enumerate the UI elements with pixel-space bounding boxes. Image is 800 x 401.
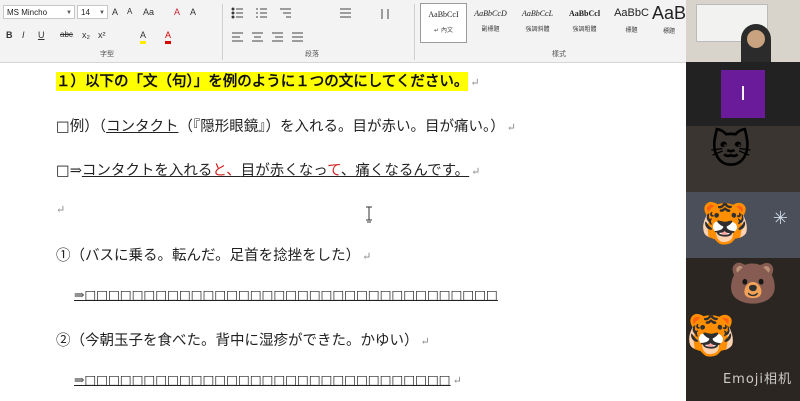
- style-sample: AaBbCcl: [568, 9, 601, 18]
- style-emphasis-italic[interactable]: AaBbCcL 強調斜體: [514, 3, 561, 43]
- answer-red-te: て: [327, 163, 341, 179]
- group-label-paragraph: 段落: [305, 51, 319, 58]
- change-case-button[interactable]: Aa: [143, 6, 154, 18]
- shrink-font-button[interactable]: A: [127, 6, 132, 18]
- video-panel: I 🐱 🐯 ✳ 🐻 🐯 Emoji相机: [686, 0, 800, 401]
- chevron-down-icon[interactable]: ▼: [66, 6, 72, 20]
- example-prefix: □例）（: [56, 119, 106, 135]
- paragraph-mark: ↵: [471, 165, 481, 178]
- grow-font-button[interactable]: A: [112, 6, 118, 18]
- example-underlined-word: コンタクト: [105, 119, 179, 135]
- subscript-button[interactable]: x₂: [82, 29, 90, 41]
- document-page[interactable]: １）以下の「文（句）」を例のように１つの文にしてください。 ↵ □例）（コンタクト…: [0, 63, 686, 401]
- style-name: ↵ 內文: [434, 27, 453, 34]
- answer-red-to: と、: [212, 163, 241, 179]
- divider: [414, 4, 415, 60]
- instruction-heading: １）以下の「文（句）」を例のように１つの文にしてください。: [56, 72, 469, 91]
- style-sample: AaBbCcL: [521, 9, 554, 18]
- tiger-face-icon: 🐯: [700, 201, 750, 247]
- heading-line: １）以下の「文（句）」を例のように１つの文にしてください。 ↵: [56, 70, 480, 91]
- video-tile-bear-tiger[interactable]: 🐻 🐯 Emoji相机: [686, 258, 800, 401]
- text-cursor-icon: [366, 206, 372, 223]
- paragraph-mark: ↵: [470, 76, 480, 89]
- strikethrough-button[interactable]: abc: [60, 29, 73, 41]
- style-subtitle[interactable]: AaBbCcD 副標題: [467, 3, 514, 43]
- sparkle-icon: ✳: [772, 208, 788, 229]
- answer-part-3: 、痛くなるんです。: [340, 163, 470, 179]
- font-size-value: 14: [81, 8, 90, 17]
- emoji-camera-watermark: Emoji相机: [722, 372, 792, 387]
- clear-format-button[interactable]: A: [174, 6, 180, 18]
- video-tile-cat[interactable]: 🐱: [686, 126, 800, 192]
- chevron-down-icon[interactable]: ▼: [99, 6, 105, 20]
- style-name: 強調粗體: [572, 26, 597, 33]
- face: [747, 30, 765, 48]
- phonetic-guide-button[interactable]: A: [190, 6, 196, 18]
- style-name: 副標題: [481, 26, 500, 33]
- italic-button[interactable]: I: [22, 29, 25, 41]
- style-sample: AaB: [652, 3, 686, 23]
- question-2-line: ②（今朝玉子を食べた。背中に湿疹ができた。かゆい） ↵: [56, 329, 430, 350]
- superscript-button[interactable]: x²: [98, 29, 106, 41]
- style-title[interactable]: AaB 標題: [652, 3, 686, 43]
- paragraph-mark: ↵: [506, 121, 516, 134]
- tiger-face-icon: 🐯: [686, 313, 736, 359]
- bear-face-icon: 🐻: [728, 261, 778, 307]
- video-tile-teacher[interactable]: [686, 0, 800, 62]
- answer-example-line: □⇒コンタクトを入れると、目が赤くなって、痛くなるんです。 ↵: [56, 159, 480, 180]
- answer-part-2: 目が赤くなっ: [240, 163, 328, 179]
- style-name: 標題: [625, 27, 638, 34]
- video-tile-participant[interactable]: I: [686, 62, 800, 126]
- question-1: ①（バスに乗る。転んだ。足首を捻挫をした）: [56, 248, 361, 264]
- bold-button[interactable]: B: [6, 29, 13, 41]
- paragraph-mark: ↵: [452, 374, 462, 387]
- group-label-font: 字型: [100, 51, 114, 58]
- empty-line: ↵: [56, 201, 65, 217]
- cat-face-icon: 🐱: [710, 127, 752, 173]
- style-heading[interactable]: AaBbC 標題: [608, 3, 655, 43]
- answer-2-line[interactable]: ⇒□□□□□□□□□□□□□□□□□□□□□□□□□□□□□□□ ↵: [74, 372, 462, 387]
- paragraph-mark: ↵: [56, 203, 66, 216]
- underline-button[interactable]: U: [38, 29, 45, 41]
- style-name: 標題: [662, 28, 675, 35]
- video-tile-tiger[interactable]: 🐯 ✳: [686, 192, 800, 258]
- highlight-color-button[interactable]: A: [140, 29, 147, 44]
- example-line: □例）（コンタクト（『隠形眼鏡』）を入れる。目が赤い。目が痛い。） ↵: [56, 115, 516, 136]
- answer-1-blanks[interactable]: ⇒□□□□□□□□□□□□□□□□□□□□□□□□□□□□□□□□□□□: [74, 287, 498, 302]
- group-label-styles: 樣式: [552, 51, 566, 58]
- question-2: ②（今朝玉子を食べた。背中に湿疹ができた。かゆい）: [56, 333, 419, 349]
- answer-prefix: □⇒: [56, 163, 82, 179]
- question-1-line: ①（バスに乗る。転んだ。足首を捻挫をした） ↵: [56, 244, 371, 265]
- style-normal[interactable]: AaBbCcI ↵ 內文: [420, 3, 467, 43]
- ribbon: MS Mincho ▼ 14 ▼ A A Aa A A B I U abc x₂ x…: [0, 0, 686, 63]
- font-name-value: MS Mincho: [7, 8, 48, 17]
- answer-1-line[interactable]: ⇒□□□□□□□□□□□□□□□□□□□□□□□□□□□□□□□□□□□: [74, 287, 498, 302]
- paragraph-mark: ↵: [420, 335, 430, 348]
- style-sample: AaBbC: [614, 7, 649, 19]
- participant-avatar: I: [721, 70, 765, 118]
- style-sample: AaBbCcD: [474, 9, 507, 18]
- font-name-dropdown[interactable]: MS Mincho ▼: [3, 5, 75, 19]
- font-size-dropdown[interactable]: 14 ▼: [77, 5, 108, 19]
- style-emphasis-bold[interactable]: AaBbCcl 強調粗體: [561, 3, 608, 43]
- style-sample: AaBbCcI: [428, 10, 459, 19]
- paragraph-tools-icons[interactable]: [230, 5, 410, 45]
- style-name: 強調斜體: [525, 26, 550, 33]
- paragraph-mark: ↵: [362, 250, 372, 263]
- answer-2-blanks[interactable]: ⇒□□□□□□□□□□□□□□□□□□□□□□□□□□□□□□□: [74, 372, 451, 387]
- answer-part-1: コンタクトを入れる: [81, 163, 213, 179]
- divider: [222, 4, 223, 60]
- example-text: （『隠形眼鏡』）を入れる。目が赤い。目が痛い。）: [178, 119, 505, 135]
- font-color-button[interactable]: A: [165, 29, 172, 44]
- participant-initial: I: [721, 70, 765, 118]
